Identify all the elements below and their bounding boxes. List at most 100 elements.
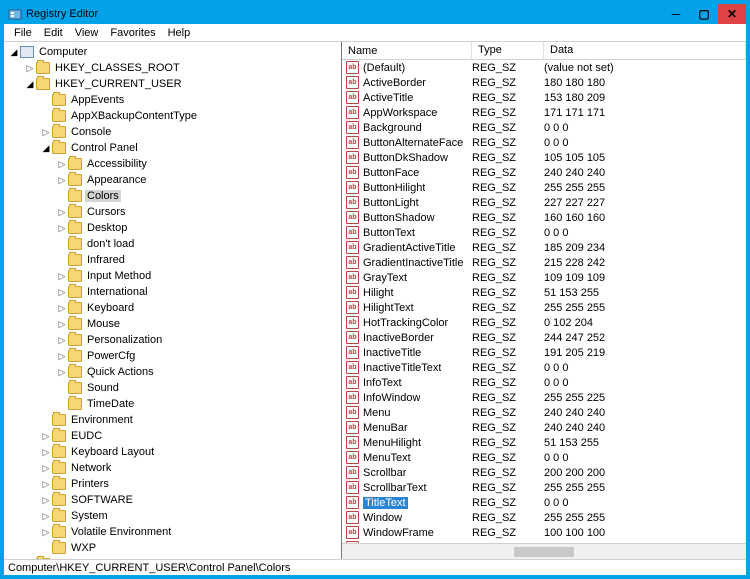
list-row[interactable]: abGradientInactiveTitle REG_SZ 215 228 2…	[342, 255, 746, 270]
list-row[interactable]: abActiveTitle REG_SZ 153 180 209	[342, 90, 746, 105]
chevron-right-icon[interactable]: ▷	[40, 462, 52, 474]
list-row[interactable]: abHotTrackingColor REG_SZ 0 102 204	[342, 315, 746, 330]
tree-item[interactable]: Environment	[4, 412, 341, 428]
tree-item[interactable]: AppEvents	[4, 92, 341, 108]
menu-file[interactable]: File	[8, 26, 38, 40]
tree-item[interactable]: ◢ Control Panel	[4, 140, 341, 156]
chevron-right-icon[interactable]: ▷	[40, 430, 52, 442]
tree-item[interactable]: ▷ EUDC	[4, 428, 341, 444]
tree-item[interactable]: Colors	[4, 188, 341, 204]
tree-item[interactable]: Infrared	[4, 252, 341, 268]
list-row[interactable]: abButtonDkShadow REG_SZ 105 105 105	[342, 150, 746, 165]
tree-item[interactable]: ◢ HKEY_CURRENT_USER	[4, 76, 341, 92]
list-row[interactable]: abMenuBar REG_SZ 240 240 240	[342, 420, 746, 435]
list-row[interactable]: abGradientActiveTitle REG_SZ 185 209 234	[342, 240, 746, 255]
chevron-down-icon[interactable]: ◢	[24, 78, 36, 90]
tree-item[interactable]: ▷ Keyboard Layout	[4, 444, 341, 460]
tree-item[interactable]: ▷ Accessibility	[4, 156, 341, 172]
tree-item[interactable]: ◢ Computer	[4, 44, 341, 60]
list-row[interactable]: abBackground REG_SZ 0 0 0	[342, 120, 746, 135]
tree-item[interactable]: ▷ Personalization	[4, 332, 341, 348]
chevron-right-icon[interactable]: ▷	[56, 270, 68, 282]
tree-item[interactable]: ▷ Keyboard	[4, 300, 341, 316]
list-row[interactable]: abScrollbarText REG_SZ 255 255 255	[342, 480, 746, 495]
list-row[interactable]: abMenuHilight REG_SZ 51 153 255	[342, 435, 746, 450]
header-name[interactable]: Name	[342, 42, 472, 59]
tree-item[interactable]: ▷ Printers	[4, 476, 341, 492]
list-row[interactable]: abActiveBorder REG_SZ 180 180 180	[342, 75, 746, 90]
chevron-right-icon[interactable]: ▷	[56, 350, 68, 362]
maximize-button[interactable]: ▢	[690, 4, 718, 24]
tree-item[interactable]: ▷ HKEY_CLASSES_ROOT	[4, 60, 341, 76]
chevron-right-icon[interactable]: ▷	[56, 302, 68, 314]
list-row[interactable]: abButtonText REG_SZ 0 0 0	[342, 225, 746, 240]
list-row[interactable]: abMenuText REG_SZ 0 0 0	[342, 450, 746, 465]
chevron-right-icon[interactable]: ▷	[40, 494, 52, 506]
header-type[interactable]: Type	[472, 42, 544, 59]
list-row[interactable]: abButtonShadow REG_SZ 160 160 160	[342, 210, 746, 225]
chevron-right-icon[interactable]: ▷	[56, 286, 68, 298]
tree-item[interactable]: ▷ Network	[4, 460, 341, 476]
tree-item[interactable]: WXP	[4, 540, 341, 556]
tree-item[interactable]: ▷ System	[4, 508, 341, 524]
tree-item[interactable]: ▷ Console	[4, 124, 341, 140]
chevron-right-icon[interactable]: ▷	[56, 366, 68, 378]
chevron-down-icon[interactable]: ◢	[40, 142, 52, 154]
chevron-right-icon[interactable]: ▷	[56, 206, 68, 218]
chevron-right-icon[interactable]: ▷	[40, 478, 52, 490]
list-row[interactable]: abInactiveTitleText REG_SZ 0 0 0	[342, 360, 746, 375]
chevron-right-icon[interactable]: ▷	[56, 222, 68, 234]
tree-item[interactable]: ▷ Cursors	[4, 204, 341, 220]
chevron-right-icon[interactable]: ▷	[24, 62, 36, 74]
list-row[interactable]: abButtonFace REG_SZ 240 240 240	[342, 165, 746, 180]
list-row[interactable]: abButtonLight REG_SZ 227 227 227	[342, 195, 746, 210]
chevron-right-icon[interactable]: ▷	[56, 334, 68, 346]
list-row[interactable]: abHilight REG_SZ 51 153 255	[342, 285, 746, 300]
tree-item[interactable]: AppXBackupContentType	[4, 108, 341, 124]
list-row[interactable]: abButtonAlternateFace REG_SZ 0 0 0	[342, 135, 746, 150]
list-row[interactable]: abScrollbar REG_SZ 200 200 200	[342, 465, 746, 480]
tree-item[interactable]: don't load	[4, 236, 341, 252]
titlebar[interactable]: Registry Editor ─ ▢ ✕	[4, 4, 746, 24]
close-button[interactable]: ✕	[718, 4, 746, 24]
chevron-right-icon[interactable]: ▷	[56, 158, 68, 170]
tree-item[interactable]: Sound	[4, 380, 341, 396]
list-row[interactable]: ab(Default) REG_SZ (value not set)	[342, 60, 746, 75]
tree-item[interactable]: ▷ Mouse	[4, 316, 341, 332]
tree-pane[interactable]: ◢ Computer ▷ HKEY_CLASSES_ROOT ◢ HKEY_CU…	[4, 42, 342, 559]
tree-item[interactable]: ▷ International	[4, 284, 341, 300]
chevron-right-icon[interactable]: ▷	[40, 526, 52, 538]
menu-edit[interactable]: Edit	[38, 26, 69, 40]
list-row[interactable]: abInfoWindow REG_SZ 255 255 225	[342, 390, 746, 405]
tree-item[interactable]: ▷ Volatile Environment	[4, 524, 341, 540]
tree-item[interactable]: ▷ PowerCfg	[4, 348, 341, 364]
menu-help[interactable]: Help	[162, 26, 197, 40]
list-row[interactable]: abInfoText REG_SZ 0 0 0	[342, 375, 746, 390]
list-row[interactable]: abMenu REG_SZ 240 240 240	[342, 405, 746, 420]
list-row[interactable]: abGrayText REG_SZ 109 109 109	[342, 270, 746, 285]
tree-item[interactable]: ▷ Desktop	[4, 220, 341, 236]
chevron-right-icon[interactable]: ▷	[40, 446, 52, 458]
tree-item[interactable]: ▷ SOFTWARE	[4, 492, 341, 508]
chevron-right-icon[interactable]: ▷	[40, 126, 52, 138]
menu-view[interactable]: View	[69, 26, 105, 40]
menu-favorites[interactable]: Favorites	[104, 26, 161, 40]
list-row[interactable]: abInactiveBorder REG_SZ 244 247 252	[342, 330, 746, 345]
chevron-right-icon[interactable]: ▷	[56, 174, 68, 186]
list-pane[interactable]: Name Type Data ab(Default) REG_SZ (value…	[342, 42, 746, 559]
tree-item[interactable]: ▷ Quick Actions	[4, 364, 341, 380]
list-row[interactable]: abHilightText REG_SZ 255 255 255	[342, 300, 746, 315]
list-row[interactable]: abInactiveTitle REG_SZ 191 205 219	[342, 345, 746, 360]
list-row[interactable]: abButtonHilight REG_SZ 255 255 255	[342, 180, 746, 195]
list-row[interactable]: abAppWorkspace REG_SZ 171 171 171	[342, 105, 746, 120]
tree-item[interactable]: ▷ Appearance	[4, 172, 341, 188]
chevron-down-icon[interactable]: ◢	[8, 46, 20, 58]
tree-item[interactable]: TimeDate	[4, 396, 341, 412]
header-data[interactable]: Data	[544, 42, 746, 59]
list-row[interactable]: abWindow REG_SZ 255 255 255	[342, 510, 746, 525]
minimize-button[interactable]: ─	[662, 4, 690, 24]
list-row[interactable]: abWindowFrame REG_SZ 100 100 100	[342, 525, 746, 540]
list-row[interactable]: abTitleText REG_SZ 0 0 0	[342, 495, 746, 510]
tree-item[interactable]: ▷ Input Method	[4, 268, 341, 284]
horizontal-scrollbar[interactable]	[342, 543, 746, 559]
